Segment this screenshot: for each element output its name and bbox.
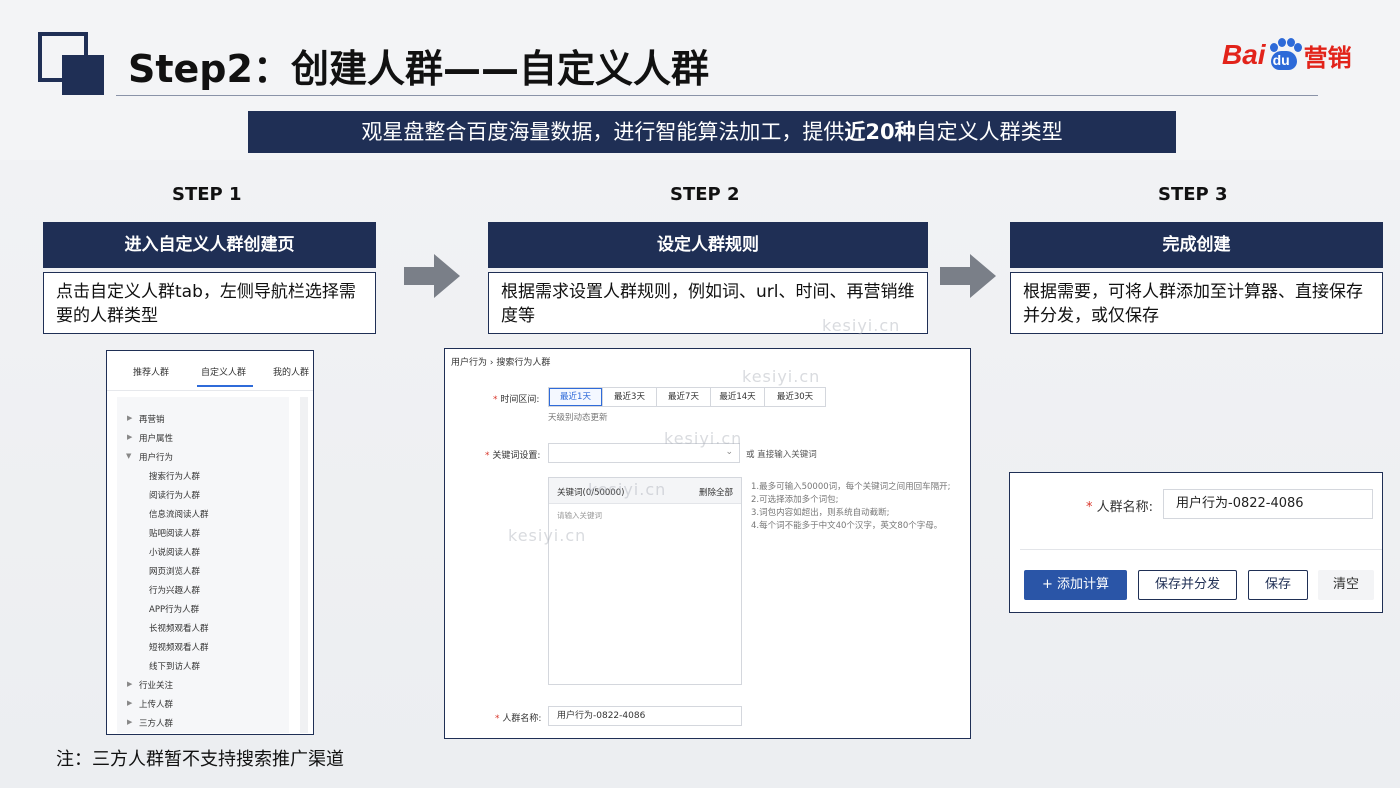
custom-audience-nav-panel: 推荐人群 自定义人群 我的人群 ▶ 再营销 ▶ 用户属性 ▼ 用户行为 搜索行为… xyxy=(106,350,314,735)
caret-right-icon: ▶ xyxy=(127,718,133,726)
panel-divider xyxy=(1020,549,1382,550)
tree-item-app[interactable]: APP行为人群 xyxy=(149,603,199,615)
audience-name-label: * 人群名称: xyxy=(495,714,542,724)
decor-square-fill xyxy=(62,55,104,95)
tree-item-feed-reading[interactable]: 信息流阅读人群 xyxy=(149,508,209,520)
tree-item-web-browsing[interactable]: 网页浏览人群 xyxy=(149,565,200,577)
footnote: 注：三方人群暂不支持搜索推广渠道 xyxy=(56,749,344,770)
caret-right-icon: ▶ xyxy=(127,699,133,707)
caret-right-icon: ▶ xyxy=(127,414,133,422)
right-arrow-icon xyxy=(404,254,460,298)
page-title: Step2：创建人群——自定义人群 xyxy=(128,47,709,91)
audience-tabs: 推荐人群 自定义人群 我的人群 xyxy=(107,351,313,391)
tree-group-remarketing[interactable]: 再营销 xyxy=(139,413,165,425)
step1-heading: 进入自定义人群创建页 xyxy=(43,222,376,268)
logo-du-text: du xyxy=(1272,52,1290,68)
keyword-rule: 3.词包内容如超出，则系统自动截断; xyxy=(751,508,890,518)
tree-group-third-party[interactable]: 三方人群 xyxy=(139,717,173,729)
save-and-distribute-button[interactable]: 保存并分发 xyxy=(1138,570,1237,600)
step3-description: 根据需要，可将人群添加至计算器、直接保存并分发，或仅保存 xyxy=(1010,272,1383,334)
tree-item-long-video[interactable]: 长视频观看人群 xyxy=(149,622,209,634)
chevron-down-icon: ⌄ xyxy=(725,447,733,457)
tree-group-user-behavior[interactable]: 用户行为 xyxy=(139,451,173,463)
banner-text-before: 观星盘整合百度海量数据，进行智能算法加工，提供 xyxy=(361,120,845,144)
right-arrow-icon xyxy=(940,254,996,298)
tree-group-industry[interactable]: 行业关注 xyxy=(139,679,173,691)
tab-custom[interactable]: 自定义人群 xyxy=(201,365,246,378)
scrollbar[interactable] xyxy=(300,397,308,733)
tree-item-tieba[interactable]: 贴吧阅读人群 xyxy=(149,527,200,539)
tree-item-novel[interactable]: 小说阅读人群 xyxy=(149,546,200,558)
time-range-label: * 时间区间: xyxy=(493,395,540,405)
banner-text-bold: 近20种 xyxy=(844,120,916,144)
baidu-paw-icon: du xyxy=(1267,38,1302,72)
summary-banner: 观星盘整合百度海量数据，进行智能算法加工，提供近20种自定义人群类型 xyxy=(248,111,1176,153)
caret-down-icon: ▼ xyxy=(126,452,132,460)
logo-bai-text: Bai xyxy=(1222,39,1266,70)
time-option-14d[interactable]: 最近14天 xyxy=(711,388,765,406)
time-option-1d[interactable]: 最近1天 xyxy=(549,388,603,406)
keyword-placeholder: 请输入关键词 xyxy=(557,511,602,520)
add-to-calculator-button[interactable]: + 添加计算 xyxy=(1024,570,1127,600)
tree-group-user-attributes[interactable]: 用户属性 xyxy=(139,432,173,444)
step2-label: STEP 2 xyxy=(670,184,740,205)
time-option-3d[interactable]: 最近3天 xyxy=(603,388,657,406)
create-audience-panel: * 人群名称: 用户行为-0822-4086 + 添加计算 保存并分发 保存 清… xyxy=(1009,472,1383,613)
tree-item-interest[interactable]: 行为兴趣人群 xyxy=(149,584,200,596)
active-tab-underline xyxy=(197,385,253,387)
step3-label: STEP 3 xyxy=(1158,184,1228,205)
step1-label: STEP 1 xyxy=(172,184,242,205)
time-option-30d[interactable]: 最近30天 xyxy=(765,388,825,406)
tree-item-search-behavior[interactable]: 搜索行为人群 xyxy=(149,470,200,482)
audience-name-label: * 人群名称: xyxy=(1086,500,1154,515)
caret-right-icon: ▶ xyxy=(127,433,133,441)
keyword-rule: 4.每个词不能多于中文40个汉字，英文80个字母。 xyxy=(751,521,943,531)
tree-item-short-video[interactable]: 短视频观看人群 xyxy=(149,641,209,653)
logo-yingxiao-text: 营销 xyxy=(1303,43,1352,72)
time-option-7d[interactable]: 最近7天 xyxy=(657,388,711,406)
keyword-rule: 2.可选择添加多个词包; xyxy=(751,495,839,505)
tab-recommended[interactable]: 推荐人群 xyxy=(133,365,169,378)
audience-name-input[interactable]: 用户行为-0822-4086 xyxy=(1163,489,1373,519)
keyword-setting-label: * 关键词设置: xyxy=(485,451,541,461)
watermark: kesiyi.cn xyxy=(508,526,587,545)
watermark: kesiyi.cn xyxy=(822,316,901,335)
keyword-rule: 1.最多可输入50000词，每个关键词之间用回车隔开; xyxy=(751,482,951,492)
tree-item-offline-visit[interactable]: 线下到访人群 xyxy=(149,660,200,672)
keyword-direct-input-hint: 或 直接输入关键词 xyxy=(746,450,817,460)
step2-heading: 设定人群规则 xyxy=(488,222,928,268)
caret-right-icon: ▶ xyxy=(127,680,133,688)
watermark: kesiyi.cn xyxy=(742,367,821,386)
time-range-hint: 天级别动态更新 xyxy=(548,413,608,423)
step3-heading: 完成创建 xyxy=(1010,222,1383,268)
time-range-selector: 最近1天 最近3天 最近7天 最近14天 最近30天 xyxy=(548,387,826,407)
keyword-textarea[interactable]: 关键词(0/50000) 删除全部 请输入关键词 xyxy=(548,477,742,685)
tree-group-upload[interactable]: 上传人群 xyxy=(139,698,173,710)
clear-button[interactable]: 清空 xyxy=(1318,570,1374,600)
banner-text-after: 自定义人群类型 xyxy=(915,120,1063,144)
watermark: kesiyi.cn xyxy=(664,429,743,448)
tree-item-reading[interactable]: 阅读行为人群 xyxy=(149,489,200,501)
audience-type-tree: ▶ 再营销 ▶ 用户属性 ▼ 用户行为 搜索行为人群 阅读行为人群 信息流阅读人… xyxy=(117,397,289,733)
baidu-marketing-logo: Bai du 营销 xyxy=(1222,33,1352,77)
step1-description: 点击自定义人群tab，左侧导航栏选择需要的人群类型 xyxy=(43,272,376,334)
save-button[interactable]: 保存 xyxy=(1248,570,1308,600)
breadcrumb: 用户行为 › 搜索行为人群 xyxy=(451,358,551,368)
title-divider xyxy=(116,95,1318,96)
watermark: kesiyi.cn xyxy=(588,480,667,499)
audience-name-input[interactable]: 用户行为-0822-4086 xyxy=(548,706,742,726)
delete-all-button[interactable]: 删除全部 xyxy=(699,486,733,498)
tab-mine[interactable]: 我的人群 xyxy=(273,365,309,378)
